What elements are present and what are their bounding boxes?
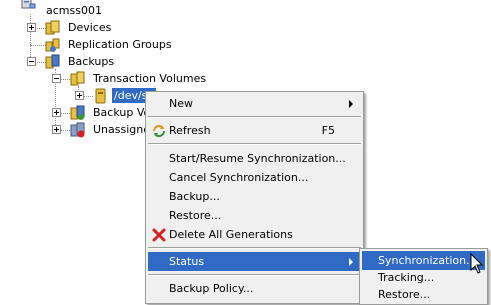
backup-volumes-icon — [70, 105, 85, 120]
menu-separator — [148, 116, 361, 118]
transaction-volumes-icon — [70, 71, 85, 86]
menu-item-restore[interactable]: Restore... — [148, 206, 361, 225]
menu-separator — [148, 143, 361, 145]
status-submenu: Synchronization... Tracking... Restore..… — [359, 248, 488, 305]
submenu-arrow-icon — [349, 258, 353, 266]
tree-expander-backups[interactable] — [27, 57, 36, 66]
tree-item-replication-groups[interactable]: Replication Groups — [66, 37, 174, 52]
tree-expander-transaction-volumes[interactable] — [52, 74, 61, 83]
tree-expander-backup-volumes[interactable] — [52, 108, 61, 117]
backups-icon — [45, 54, 60, 69]
tree-item-devices[interactable]: Devices — [66, 20, 113, 35]
mouse-cursor-icon — [470, 253, 484, 274]
menu-item-new[interactable]: New — [148, 94, 361, 113]
tree-expander-unassigned[interactable] — [52, 125, 61, 134]
replication-groups-icon — [45, 38, 60, 52]
tree-expander-devices[interactable] — [27, 23, 36, 32]
refresh-icon — [153, 125, 165, 137]
menu-separator — [148, 274, 361, 276]
menu-item-start-resume-sync[interactable]: Start/Resume Synchronization... — [148, 149, 361, 168]
tree-connector — [30, 14, 31, 63]
tree-root-label[interactable]: acmss001 — [44, 3, 104, 18]
unassigned-volumes-icon — [70, 122, 85, 138]
server-icon — [21, 0, 36, 9]
menu-separator — [148, 247, 361, 249]
submenu-arrow-icon — [349, 100, 353, 108]
menu-item-cancel-sync[interactable]: Cancel Synchronization... — [148, 168, 361, 187]
menu-item-backup-policy[interactable]: Backup Policy... — [148, 279, 361, 298]
menu-item-backup[interactable]: Backup... — [148, 187, 361, 206]
menu-item-refresh[interactable]: Refresh F5 — [148, 121, 361, 140]
context-menu: New Refresh F5 Start/Resume Synchronizat… — [145, 91, 364, 304]
shortcut-text: F5 — [321, 124, 335, 137]
tree-expander-volume[interactable] — [75, 91, 84, 100]
volume-icon — [95, 88, 106, 104]
devices-icon — [45, 20, 60, 35]
tree-item-transaction-volumes[interactable]: Transaction Volumes — [91, 71, 208, 86]
menu-item-delete-all-generations[interactable]: Delete All Generations — [148, 225, 361, 244]
tree-item-backups[interactable]: Backups — [66, 54, 116, 69]
delete-icon — [152, 228, 166, 242]
submenu-item-restore[interactable]: Restore... — [362, 285, 485, 304]
menu-item-status[interactable]: Status — [148, 252, 361, 271]
